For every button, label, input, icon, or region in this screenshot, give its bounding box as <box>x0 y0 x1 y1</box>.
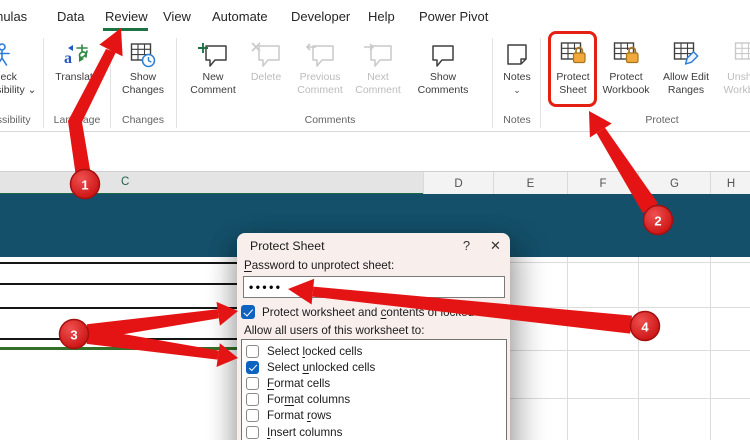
gridline <box>710 257 711 440</box>
form-border-line <box>0 307 237 309</box>
protect-sheet-dialog: Protect Sheet ? ✕ Password to unprotect … <box>237 233 510 440</box>
checkbox-icon[interactable] <box>246 377 259 390</box>
allow-edit-ranges-button[interactable]: Allow EditRanges <box>657 36 715 114</box>
column-header-f[interactable]: F <box>567 172 638 195</box>
group-separator <box>540 38 541 128</box>
tab-review[interactable]: Review <box>105 9 148 24</box>
show-comments-icon <box>429 36 457 68</box>
delete-comment-icon <box>251 36 281 68</box>
excel-window: Formulas Data Review View Automate Devel… <box>0 0 750 440</box>
password-label: Password to unprotect sheet: <box>244 259 394 272</box>
notes-button[interactable]: Notes ⌄ <box>494 36 540 114</box>
column-header-h[interactable]: H <box>710 172 750 195</box>
previous-comment-button[interactable]: PreviousComment <box>291 36 349 114</box>
protect-sheet-highlight-box <box>548 31 597 107</box>
column-header-g[interactable]: G <box>638 172 710 195</box>
password-value: ••••• <box>244 280 283 294</box>
checkbox-icon[interactable] <box>246 409 259 422</box>
gridline <box>510 262 750 263</box>
close-icon[interactable]: ✕ <box>481 233 510 258</box>
gridline <box>510 398 750 399</box>
form-green-line <box>0 347 237 350</box>
ribbon: Check Accessibility ⌄ a Translate <box>0 33 750 132</box>
option-select-unlocked-cells[interactable]: Select unlocked cells <box>242 359 506 375</box>
tab-formulas[interactable]: Formulas <box>0 9 27 24</box>
tab-developer[interactable]: Developer <box>291 9 350 24</box>
group-separator <box>492 38 493 128</box>
checkbox-checked-icon[interactable] <box>241 305 255 319</box>
column-header-d[interactable]: D <box>423 172 493 195</box>
group-label-comments: Comments <box>305 114 356 126</box>
tab-automate[interactable]: Automate <box>212 9 268 24</box>
new-comment-button[interactable]: NewComment <box>183 36 243 114</box>
gridline <box>510 350 750 351</box>
tab-help[interactable]: Help <box>368 9 395 24</box>
allow-edit-ranges-icon <box>673 36 700 68</box>
unshare-workbook-icon <box>734 36 750 68</box>
form-border-line <box>0 262 237 264</box>
option-select-locked-cells[interactable]: Select locked cells <box>242 343 506 359</box>
show-changes-icon <box>130 36 156 68</box>
checkbox-icon[interactable] <box>246 345 259 358</box>
gridline <box>510 307 750 308</box>
formula-bar-area <box>0 133 750 171</box>
option-format-cells[interactable]: Format cells <box>242 375 506 391</box>
password-input[interactable]: ••••• <box>243 276 505 298</box>
delete-comment-button[interactable]: Delete <box>243 36 289 114</box>
column-header-c[interactable]: C <box>0 172 423 195</box>
translate-button[interactable]: a Translate <box>48 36 106 114</box>
check-accessibility-button[interactable]: Check Accessibility ⌄ <box>0 36 44 114</box>
help-icon[interactable]: ? <box>452 233 481 258</box>
permissions-listbox[interactable]: Select locked cells Select unlocked cell… <box>241 339 507 440</box>
dialog-title-bar[interactable]: Protect Sheet ? ✕ <box>237 233 510 258</box>
group-separator <box>110 38 111 128</box>
tab-view[interactable]: View <box>163 9 191 24</box>
chevron-down-icon: ⌄ <box>28 84 37 96</box>
menu-bar: Formulas Data Review View Automate Devel… <box>0 0 750 33</box>
gridline <box>638 257 639 440</box>
show-comments-button[interactable]: ShowComments <box>408 36 478 114</box>
form-border-line <box>0 283 237 285</box>
checkbox-icon[interactable] <box>246 426 259 439</box>
gridline <box>567 257 568 440</box>
option-format-columns[interactable]: Format columns <box>242 392 506 408</box>
unshare-workbook-button[interactable]: UnshareWorkbook <box>717 36 750 114</box>
notes-icon <box>505 36 529 68</box>
allow-users-label: Allow all users of this worksheet to: <box>244 324 424 337</box>
checkbox-icon[interactable] <box>246 393 259 406</box>
dialog-title: Protect Sheet <box>250 239 325 253</box>
column-headers: C D E F G H <box>0 171 750 194</box>
show-changes-button[interactable]: ShowChanges <box>113 36 173 114</box>
group-label-notes: Notes <box>503 114 530 126</box>
previous-comment-icon <box>305 36 335 68</box>
active-tab-underline <box>103 28 148 31</box>
group-label-protect: Protect <box>645 114 678 126</box>
accessibility-icon <box>0 36 15 68</box>
new-comment-icon <box>198 36 228 68</box>
next-comment-icon <box>363 36 393 68</box>
group-label-accessibility: Accessibility <box>0 114 31 126</box>
protect-workbook-icon <box>613 36 640 68</box>
form-border-line <box>0 338 237 340</box>
next-comment-button[interactable]: NextComment <box>350 36 406 114</box>
option-insert-columns[interactable]: Insert columns <box>242 424 506 440</box>
tab-data[interactable]: Data <box>57 9 84 24</box>
option-format-rows[interactable]: Format rows <box>242 408 506 424</box>
svg-text:a: a <box>64 50 72 67</box>
chevron-down-icon: ⌄ <box>513 86 521 95</box>
group-label-language: Language <box>54 114 101 126</box>
group-separator <box>176 38 177 128</box>
protect-contents-label: Protect worksheet and contents of locked… <box>262 306 500 319</box>
protect-contents-checkbox-row[interactable]: Protect worksheet and contents of locked… <box>241 305 500 319</box>
group-label-changes: Changes <box>122 114 164 126</box>
protect-workbook-button[interactable]: ProtectWorkbook <box>597 36 655 114</box>
tab-power-pivot[interactable]: Power Pivot <box>419 9 488 24</box>
translate-icon: a <box>63 36 91 68</box>
column-header-e[interactable]: E <box>493 172 567 195</box>
checkbox-checked-icon[interactable] <box>246 361 259 374</box>
